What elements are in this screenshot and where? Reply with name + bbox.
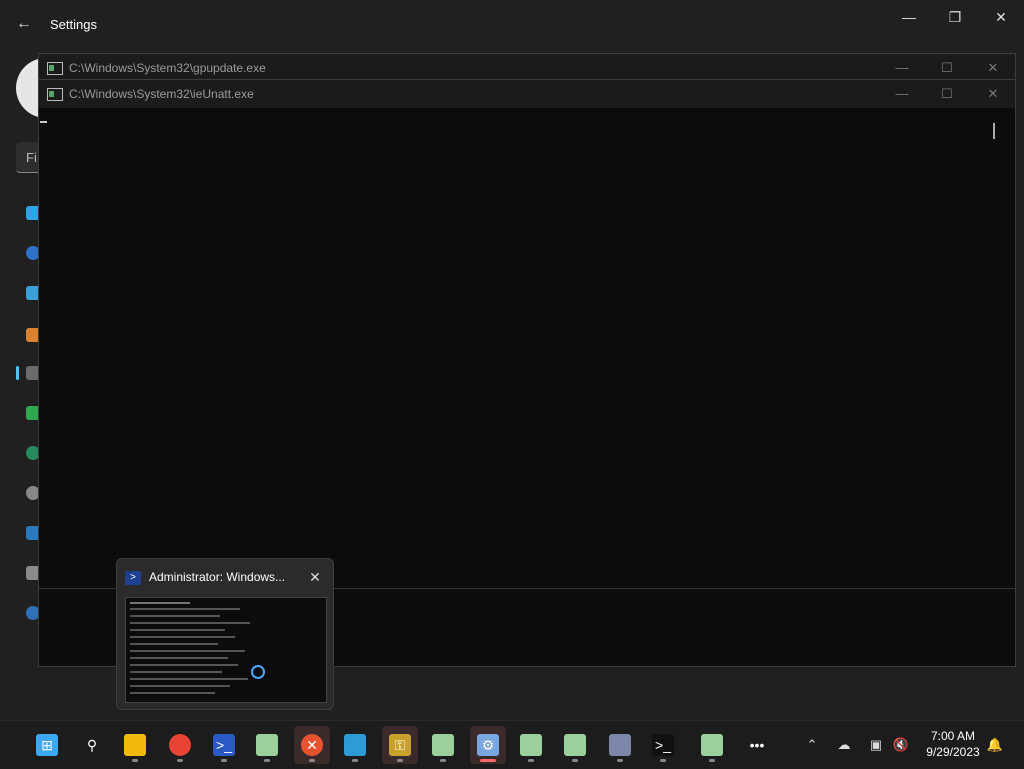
- running-indicator: [352, 759, 358, 762]
- show-hidden-icons-chevron-icon[interactable]: ⌃: [803, 736, 821, 754]
- thumb-line: [130, 636, 235, 638]
- taskbar-file-explorer-button[interactable]: [117, 726, 153, 764]
- taskbar-settings-app-button[interactable]: ⚙: [470, 726, 506, 764]
- console-3-icon: [520, 734, 542, 756]
- running-indicator: [572, 759, 578, 762]
- thumb-line: [130, 678, 248, 680]
- key-tool-icon: ⚿: [389, 734, 411, 756]
- thumb-line: [130, 650, 245, 652]
- x-app-icon: ✕: [301, 734, 323, 756]
- search-icon: ⚲: [81, 734, 103, 756]
- running-indicator: [709, 759, 715, 762]
- notification-bell-icon[interactable]: 🔔: [986, 736, 1004, 754]
- running-indicator: [617, 759, 623, 762]
- app-blue-icon: [344, 734, 366, 756]
- taskbar-chrome-button[interactable]: [162, 726, 198, 764]
- thumb-line: [130, 685, 230, 687]
- taskbar-key-tool-button[interactable]: ⚿: [382, 726, 418, 764]
- console-1-icon: [256, 734, 278, 756]
- thumb-line: [130, 608, 240, 610]
- running-indicator: [440, 759, 446, 762]
- taskbar-console-3-button[interactable]: [513, 726, 549, 764]
- running-indicator: [264, 759, 270, 762]
- thumb-line: [130, 671, 222, 673]
- ieunatt-maximize-button[interactable]: ☐: [932, 85, 962, 103]
- thumb-line: [130, 664, 238, 666]
- chrome-icon: [169, 734, 191, 756]
- taskbar-powershell-button[interactable]: >_: [206, 726, 242, 764]
- settings-titlebar: ← Settings — ❐ ✕: [0, 0, 1024, 48]
- thumb-line: [130, 692, 215, 694]
- network-status-icon[interactable]: ▣: [867, 736, 885, 754]
- running-indicator: [528, 759, 534, 762]
- clock-date: 9/29/2023: [926, 745, 980, 759]
- clock-time: 7:00 AM: [930, 729, 976, 743]
- thumb-line: [130, 629, 225, 631]
- ieunatt-title: C:\Windows\System32\ieUnatt.exe: [69, 87, 254, 101]
- thumb-line: [130, 622, 250, 624]
- text-cursor: [40, 121, 47, 123]
- thumb-line: [130, 615, 220, 617]
- back-arrow-icon[interactable]: ←: [14, 14, 34, 34]
- restore-button[interactable]: ❐: [932, 8, 978, 26]
- taskbar-console-5-button[interactable]: [694, 726, 730, 764]
- taskbar-clock[interactable]: 7:00 AM 9/29/2023: [920, 728, 986, 760]
- remote-tool-icon: [609, 734, 631, 756]
- taskbar-console-1-button[interactable]: [249, 726, 285, 764]
- console-app-icon: [47, 62, 63, 75]
- running-indicator: [177, 759, 183, 762]
- thumb-line: [130, 657, 228, 659]
- console-app-icon: [47, 88, 63, 101]
- console-4-icon: [564, 734, 586, 756]
- taskbar-app-blue-button[interactable]: [337, 726, 373, 764]
- taskbar-start-button[interactable]: ⊞: [29, 726, 65, 764]
- gpupdate-titlebar[interactable]: C:\Windows\System32\gpupdate.exe — ☐ ✕: [39, 54, 1015, 82]
- minimize-button[interactable]: —: [886, 8, 932, 26]
- taskbar-preview-window[interactable]: > Administrator: Windows... ✕: [116, 558, 334, 710]
- gpupdate-close-button[interactable]: ✕: [978, 59, 1008, 77]
- ieunatt-close-button[interactable]: ✕: [978, 85, 1008, 103]
- taskbar-remote-tool-button[interactable]: [602, 726, 638, 764]
- settings-title: Settings: [50, 17, 97, 32]
- more-icon: •••: [746, 734, 768, 756]
- taskbar-more-button[interactable]: •••: [739, 726, 775, 764]
- close-button[interactable]: ✕: [978, 8, 1024, 26]
- console-2-icon: [432, 734, 454, 756]
- gpupdate-maximize-button[interactable]: ☐: [932, 59, 962, 77]
- preview-title: Administrator: Windows...: [149, 570, 286, 584]
- gpupdate-title: C:\Windows\System32\gpupdate.exe: [69, 61, 266, 75]
- loading-spinner-icon: [251, 665, 265, 679]
- scrollbar-thumb[interactable]: [993, 123, 995, 139]
- running-indicator: [221, 759, 227, 762]
- powershell-icon: >: [125, 571, 141, 585]
- volume-muted-icon[interactable]: 🔇: [892, 736, 910, 754]
- console-5-icon: [701, 734, 723, 756]
- running-indicator: [309, 759, 315, 762]
- taskbar-terminal-button[interactable]: >_: [645, 726, 681, 764]
- thumb-line: [130, 602, 190, 604]
- taskbar-console-2-button[interactable]: [425, 726, 461, 764]
- thumb-line: [130, 643, 218, 645]
- preview-thumbnail[interactable]: [125, 597, 327, 703]
- preview-close-button[interactable]: ✕: [305, 567, 325, 587]
- find-setting-placeholder: Fi: [26, 150, 37, 165]
- taskbar-console-4-button[interactable]: [557, 726, 593, 764]
- file-explorer-icon: [124, 734, 146, 756]
- running-indicator: [132, 759, 138, 762]
- running-indicator: [480, 759, 496, 762]
- taskbar-x-app-button[interactable]: ✕: [294, 726, 330, 764]
- start-icon: ⊞: [36, 734, 58, 756]
- running-indicator: [660, 759, 666, 762]
- ieunatt-minimize-button[interactable]: —: [887, 85, 917, 103]
- taskbar-search-button[interactable]: ⚲: [74, 726, 110, 764]
- taskbar: ⊞ ⚲ >_ ✕ ⚿ ⚙ >_ ••• ⌃ ☁ ▣ 🔇 🔔: [0, 720, 1024, 769]
- ieunatt-titlebar[interactable]: C:\Windows\System32\ieUnatt.exe — ☐ ✕: [39, 80, 1015, 108]
- gpupdate-minimize-button[interactable]: —: [887, 59, 917, 77]
- settings-app-icon: ⚙: [477, 734, 499, 756]
- powershell-icon: >_: [213, 734, 235, 756]
- terminal-icon: >_: [652, 734, 674, 756]
- selected-indicator: [16, 366, 19, 380]
- onedrive-icon[interactable]: ☁: [835, 736, 853, 754]
- running-indicator: [397, 759, 403, 762]
